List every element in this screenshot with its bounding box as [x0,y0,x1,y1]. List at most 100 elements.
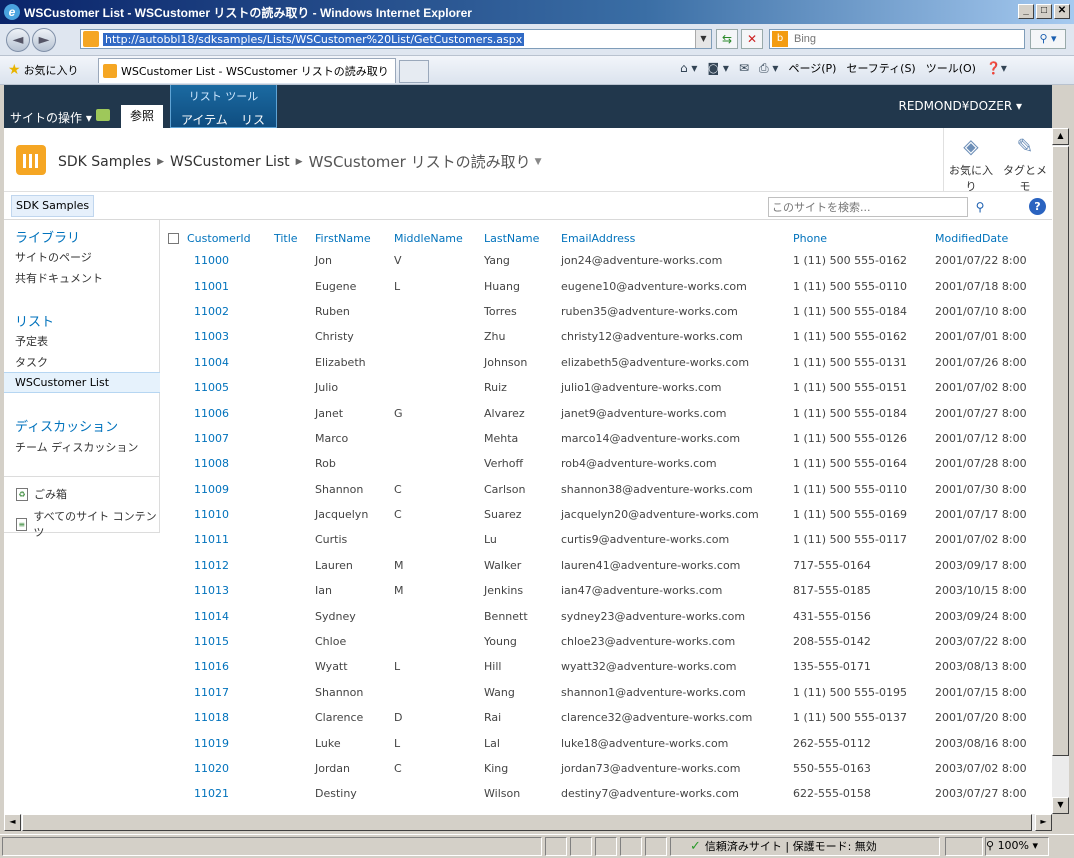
ql-item-tasks[interactable]: タスク [15,354,48,370]
tab-browse[interactable]: 参照 [121,105,163,128]
mail-icon[interactable]: ✉ [739,61,749,75]
col-title[interactable]: Title [274,228,315,248]
ql-item-site-pages[interactable]: サイトのページ [15,249,92,265]
safety-menu[interactable]: セーフティ(S) [846,60,915,76]
browser-tab-active[interactable]: WSCustomer List - WSCustomer リストの読み取り [98,58,396,83]
cell-customerid[interactable]: 11007 [168,426,274,451]
security-zone[interactable]: ✓ 信頼済みサイト | 保護モード: 無効 [690,837,877,856]
cell-customerid[interactable]: 11005 [168,375,274,400]
col-lastname[interactable]: LastName [484,228,561,248]
cell-customerid[interactable]: 11006 [168,400,274,425]
back-button[interactable]: ◄ [6,27,30,52]
scroll-down-icon[interactable]: ▼ [1052,797,1069,814]
cell-customerid[interactable]: 11019 [168,730,274,755]
ql-heading-lists[interactable]: リスト [15,311,54,330]
forward-button[interactable]: ► [32,27,56,52]
navigate-up-icon[interactable] [96,109,110,121]
user-name: REDMOND¥DOZER [898,99,1013,113]
print-icon[interactable]: ⎙ ▾ [759,61,778,76]
cell-customerid[interactable]: 11002 [168,299,274,324]
table-row: 11020 Jordan C King jordan73@adventure-works… [168,756,1045,781]
home-icon[interactable]: ⌂ ▾ [680,61,697,75]
topnav-home[interactable]: SDK Samples [11,195,95,217]
col-phone[interactable]: Phone [793,228,935,248]
page-menu[interactable]: ページ(P) [788,60,836,76]
tab-items[interactable]: アイテム [181,111,228,128]
close-button[interactable]: ✕ [1054,4,1070,19]
cell-customerid[interactable]: 11018 [168,705,274,730]
browser-search-input[interactable] [792,32,1012,46]
col-modifieddate[interactable]: ModifiedDate [935,228,1045,248]
vertical-scrollbar[interactable]: ▲ ▼ [1052,128,1069,814]
address-dropdown-icon[interactable]: ▼ [695,30,711,48]
breadcrumb-site[interactable]: SDK Samples [58,154,151,170]
cell-customerid[interactable]: 11020 [168,756,274,781]
cell-customerid[interactable]: 11012 [168,553,274,578]
scroll-right-icon[interactable]: ► [1035,814,1052,831]
cell-customerid[interactable]: 11001 [168,273,274,298]
ql-heading-discussions[interactable]: ディスカッション [15,416,118,435]
col-emailaddress[interactable]: EmailAddress [561,228,793,248]
scroll-up-icon[interactable]: ▲ [1052,128,1069,145]
ql-item-calendar[interactable]: 予定表 [15,333,48,349]
cell-customerid[interactable]: 11016 [168,654,274,679]
cell-modifieddate: 2001/07/12 8:00 [935,431,1027,445]
ql-recycle-bin[interactable]: ♻ ごみ箱 [16,486,67,502]
user-menu[interactable]: REDMOND¥DOZER ▾ [899,99,1022,113]
horizontal-scroll-thumb[interactable] [22,814,1032,831]
status-bar: ✓ 信頼済みサイト | 保護モード: 無効 ⚲ 100% ▾ [0,834,1074,858]
site-actions-menu[interactable]: サイトの操作 ▾ [10,109,92,126]
cell-customerid[interactable]: 11015 [168,629,274,654]
cell-customerid[interactable]: 11013 [168,578,274,603]
browser-search-button[interactable]: ⚲ ▾ [1030,29,1066,49]
cell-customerid[interactable]: 11017 [168,680,274,705]
scroll-left-icon[interactable]: ◄ [4,814,21,831]
tools-menu[interactable]: ツール(O) [926,60,976,76]
new-tab-button[interactable] [399,60,429,83]
like-button[interactable]: ◈ お気に入り [944,128,998,193]
help-icon[interactable]: ? [1029,198,1046,215]
refresh-button[interactable]: ⇆ [716,29,738,49]
cell-customerid[interactable]: 11004 [168,350,274,375]
minimize-button[interactable]: _ [1018,4,1034,19]
col-middlename[interactable]: MiddleName [394,228,484,248]
site-search-input[interactable] [768,197,968,217]
ql-item-wscustomer-list[interactable]: WSCustomer List [4,372,160,393]
cell-customerid[interactable]: 11000 [168,248,274,273]
cell-customerid[interactable]: 11021 [168,781,274,806]
cell-customerid[interactable]: 11003 [168,324,274,349]
help-icon[interactable]: ❓▾ [986,61,1007,75]
select-all-checkbox[interactable] [168,233,179,244]
table-row: 11018 Clarence D Rai clarence32@adventure-wo… [168,705,1045,730]
zoom-level[interactable]: ⚲ 100% ▾ [986,839,1038,852]
stop-button[interactable]: ✕ [741,29,763,49]
search-icon[interactable]: ⚲ [970,197,990,217]
browser-search-box[interactable]: b [769,29,1025,49]
ql-heading-libraries[interactable]: ライブラリ [15,227,80,246]
tools-status-cell[interactable] [945,837,983,856]
ql-item-team-discussion[interactable]: チーム ディスカッション [15,439,138,455]
cell-customerid[interactable]: 11011 [168,527,274,552]
cell-customerid[interactable]: 11009 [168,477,274,502]
vertical-scroll-thumb[interactable] [1052,146,1069,756]
favorites-star-icon[interactable]: ★ [8,62,21,78]
col-firstname[interactable]: FirstName [315,228,394,248]
horizontal-scrollbar[interactable]: ◄ ► [4,814,1052,831]
ql-all-content[interactable]: ≡ すべてのサイト コンテンツ [16,508,159,540]
breadcrumb-list[interactable]: WSCustomer List [170,154,290,170]
col-customerid[interactable]: CustomerId [168,228,274,248]
ql-item-shared-docs[interactable]: 共有ドキュメント [15,270,103,286]
cell-customerid[interactable]: 11010 [168,502,274,527]
cell-firstname: Destiny [315,787,357,801]
cell-customerid[interactable]: 11008 [168,451,274,476]
maximize-button[interactable]: □ [1036,4,1052,19]
address-field[interactable]: http://autobbl18/sdksamples/Lists/WSCust… [80,29,712,49]
feeds-icon[interactable]: ◙ ▾ [707,61,728,75]
favorites-label[interactable]: お気に入り [24,62,79,78]
site-logo[interactable] [16,145,46,175]
cell-customerid[interactable]: 11014 [168,603,274,628]
tags-notes-button[interactable]: ✎ タグとメモ [998,128,1052,193]
cell-phone: 1 (11) 500 555-0195 [793,685,908,699]
view-dropdown-icon[interactable]: ▼ [535,157,542,167]
list-tools-group: リスト ツール アイテム リスト [170,85,277,144]
